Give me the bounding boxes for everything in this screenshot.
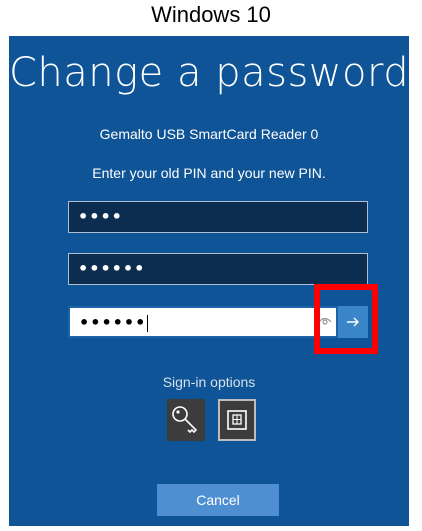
instruction-text: Enter your old PIN and your new PIN. [92, 165, 326, 181]
caption: Windows 10 [151, 2, 271, 27]
old-pin-value: •••• [78, 207, 123, 226]
smartcard-signin-option[interactable] [218, 399, 256, 441]
key-icon [167, 406, 205, 445]
text-caret [147, 315, 149, 332]
confirm-pin-field[interactable]: •••••• [68, 306, 338, 338]
key-signin-option[interactable] [167, 399, 205, 441]
smartcard-icon [220, 410, 254, 443]
cancel-button[interactable]: Cancel [157, 484, 279, 516]
page-title: Change a password [9, 50, 410, 96]
old-pin-field[interactable]: •••• [68, 201, 368, 233]
confirm-pin-value: •••••• [79, 313, 149, 332]
lock-screen: Change a password Gemalto USB SmartCard … [9, 36, 409, 526]
new-pin-value: •••••• [78, 259, 146, 278]
sign-in-options-label: Sign-in options [162, 374, 256, 390]
new-pin-field[interactable]: •••••• [68, 253, 368, 285]
highlight-box [314, 284, 378, 354]
device-name: Gemalto USB SmartCard Reader 0 [99, 126, 319, 142]
